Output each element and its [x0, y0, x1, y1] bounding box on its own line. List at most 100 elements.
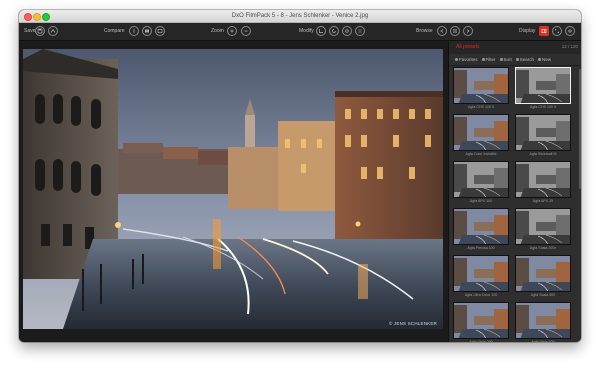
- app-window: DxO FilmPack 5 - 8 - Jens Schlenker - Ve…: [19, 10, 581, 342]
- zoom-fit-button[interactable]: [241, 26, 251, 36]
- crop-icon: [319, 29, 323, 33]
- photo-copyright: © JENS SCHLENKER: [388, 321, 437, 326]
- preset-thumbnail[interactable]: [515, 67, 571, 104]
- split-view-icon: [133, 29, 135, 33]
- preset-thumbnail[interactable]: [453, 302, 509, 339]
- presets-scrollbar[interactable]: [579, 69, 581, 189]
- presets-header: All presets 12 / 120: [449, 41, 581, 54]
- export-button[interactable]: [48, 26, 58, 36]
- preset-thumbnail[interactable]: [453, 114, 509, 151]
- search-label: Search: [519, 57, 535, 62]
- history-icon: [358, 29, 362, 33]
- browse-previous-button[interactable]: [437, 26, 447, 36]
- modify-label: Modify: [299, 28, 314, 34]
- preset-item[interactable]: Agfa Vista 200: [451, 302, 511, 342]
- preset-label: Agfa Ultra Color 100: [464, 293, 498, 297]
- side-by-side-icon: [145, 29, 149, 33]
- reset-icon: [345, 29, 349, 33]
- compare-label: Compare: [104, 28, 125, 34]
- preset-thumbnail[interactable]: [515, 161, 571, 198]
- zoom-fit-icon: [244, 30, 248, 32]
- browse-next-button[interactable]: [463, 26, 473, 36]
- arrow-left-icon: [440, 29, 444, 33]
- preset-item[interactable]: Agfa Silversalt III: [513, 114, 573, 159]
- display-label: Display: [519, 28, 536, 34]
- star-icon: [455, 58, 458, 61]
- compare-original-button[interactable]: [155, 26, 165, 36]
- preset-item[interactable]: Agfa Scala 200x: [513, 208, 573, 253]
- preset-label: Agfa Vista 400: [531, 340, 555, 342]
- preset-item[interactable]: Agfa Vista 400: [513, 302, 573, 342]
- preset-label: Agfa Color Invisible: [465, 152, 497, 156]
- browse-label: Browse: [416, 28, 433, 34]
- grid-icon: [453, 29, 457, 33]
- save-button[interactable]: [35, 26, 45, 36]
- preset-item[interactable]: Agfa Color Invisible: [451, 114, 511, 159]
- preset-item[interactable]: Agfa APX 100: [451, 161, 511, 206]
- rotate-icon: [332, 29, 336, 33]
- preset-item[interactable]: Agfa Precisa 100: [451, 208, 511, 253]
- fullscreen-icon: [555, 29, 559, 33]
- preset-thumbnail[interactable]: [515, 208, 571, 245]
- modify-history-button[interactable]: [355, 26, 365, 36]
- compare-split-button[interactable]: [129, 26, 139, 36]
- preset-item[interactable]: Agfa CHS 100 II: [513, 67, 573, 112]
- modify-reset-button[interactable]: [342, 26, 352, 36]
- gear-icon: [568, 29, 572, 33]
- filter-button[interactable]: Filter: [481, 57, 496, 62]
- preset-thumbnail[interactable]: [453, 255, 509, 292]
- zoom-in-icon: [230, 29, 234, 33]
- compare-side-button[interactable]: [142, 26, 152, 36]
- display-settings-button[interactable]: [565, 26, 575, 36]
- preset-thumbnail[interactable]: [515, 302, 571, 339]
- preset-label: Agfa CHS 100 II: [468, 105, 494, 109]
- sort-button[interactable]: Sort: [499, 57, 512, 62]
- search-button[interactable]: Search: [515, 57, 535, 62]
- modify-crop-button[interactable]: [316, 26, 326, 36]
- presets-grid: Agfa CHS 100 II Agfa CHS 100 II Agfa Color…: [449, 67, 579, 342]
- new-label: New: [542, 57, 552, 62]
- main-toolbar: Save Compare Zoom Modify Browse Display: [19, 23, 581, 41]
- preset-thumbnail[interactable]: [453, 161, 509, 198]
- preset-item[interactable]: Agfa CHS 100 II: [451, 67, 511, 112]
- zoom-in-button[interactable]: [227, 26, 237, 36]
- browse-grid-button[interactable]: [450, 26, 460, 36]
- filter-icon: [481, 58, 485, 61]
- preset-item[interactable]: Agfa Ultra Color 100: [451, 255, 511, 300]
- title-bar: DxO FilmPack 5 - 8 - Jens Schlenker - Ve…: [19, 10, 581, 23]
- favorites-button[interactable]: Favorites: [455, 57, 478, 62]
- presets-title[interactable]: All presets: [456, 44, 479, 50]
- preset-label: Agfa Vista 200: [469, 340, 493, 342]
- image-viewer[interactable]: © JENS SCHLENKER: [19, 41, 448, 342]
- presets-count: 12 / 120: [561, 44, 578, 49]
- plus-icon: [538, 58, 542, 61]
- preset-thumbnail[interactable]: [453, 208, 509, 245]
- export-icon: [50, 28, 56, 33]
- presets-filter-bar: Favorites Filter Sort Search New: [449, 54, 581, 66]
- sort-label: Sort: [503, 57, 512, 62]
- image-icon: [157, 29, 163, 33]
- new-preset-button[interactable]: New: [538, 57, 551, 62]
- preset-thumbnail[interactable]: [453, 67, 509, 104]
- arrow-right-icon: [466, 29, 470, 33]
- search-icon: [515, 58, 519, 61]
- preset-label: Agfa Scala 200x: [529, 246, 557, 250]
- preset-label: Agfa CHS 100 II: [530, 105, 556, 109]
- filter-label: Filter: [485, 57, 496, 62]
- favorites-label: Favorites: [459, 57, 478, 62]
- main-photo[interactable]: © JENS SCHLENKER: [23, 49, 443, 329]
- preset-item[interactable]: Agfa Scala 500: [513, 255, 573, 300]
- presets-panel-icon: [541, 28, 547, 34]
- modify-rotate-button[interactable]: [329, 26, 339, 36]
- preset-thumbnail[interactable]: [515, 114, 571, 151]
- preset-thumbnail[interactable]: [515, 255, 571, 292]
- display-presets-button[interactable]: [539, 26, 549, 36]
- display-fullscreen-button[interactable]: [552, 26, 562, 36]
- preset-item[interactable]: Agfa APX 25: [513, 161, 573, 206]
- preset-label: Agfa APX 25: [532, 199, 554, 203]
- preset-label: Agfa APX 100: [469, 199, 493, 203]
- sort-icon: [499, 58, 503, 61]
- preset-label: Agfa Scala 500: [530, 293, 556, 297]
- window-title: DxO FilmPack 5 - 8 - Jens Schlenker - Ve…: [231, 13, 369, 19]
- venice-canal-photo: [23, 49, 443, 329]
